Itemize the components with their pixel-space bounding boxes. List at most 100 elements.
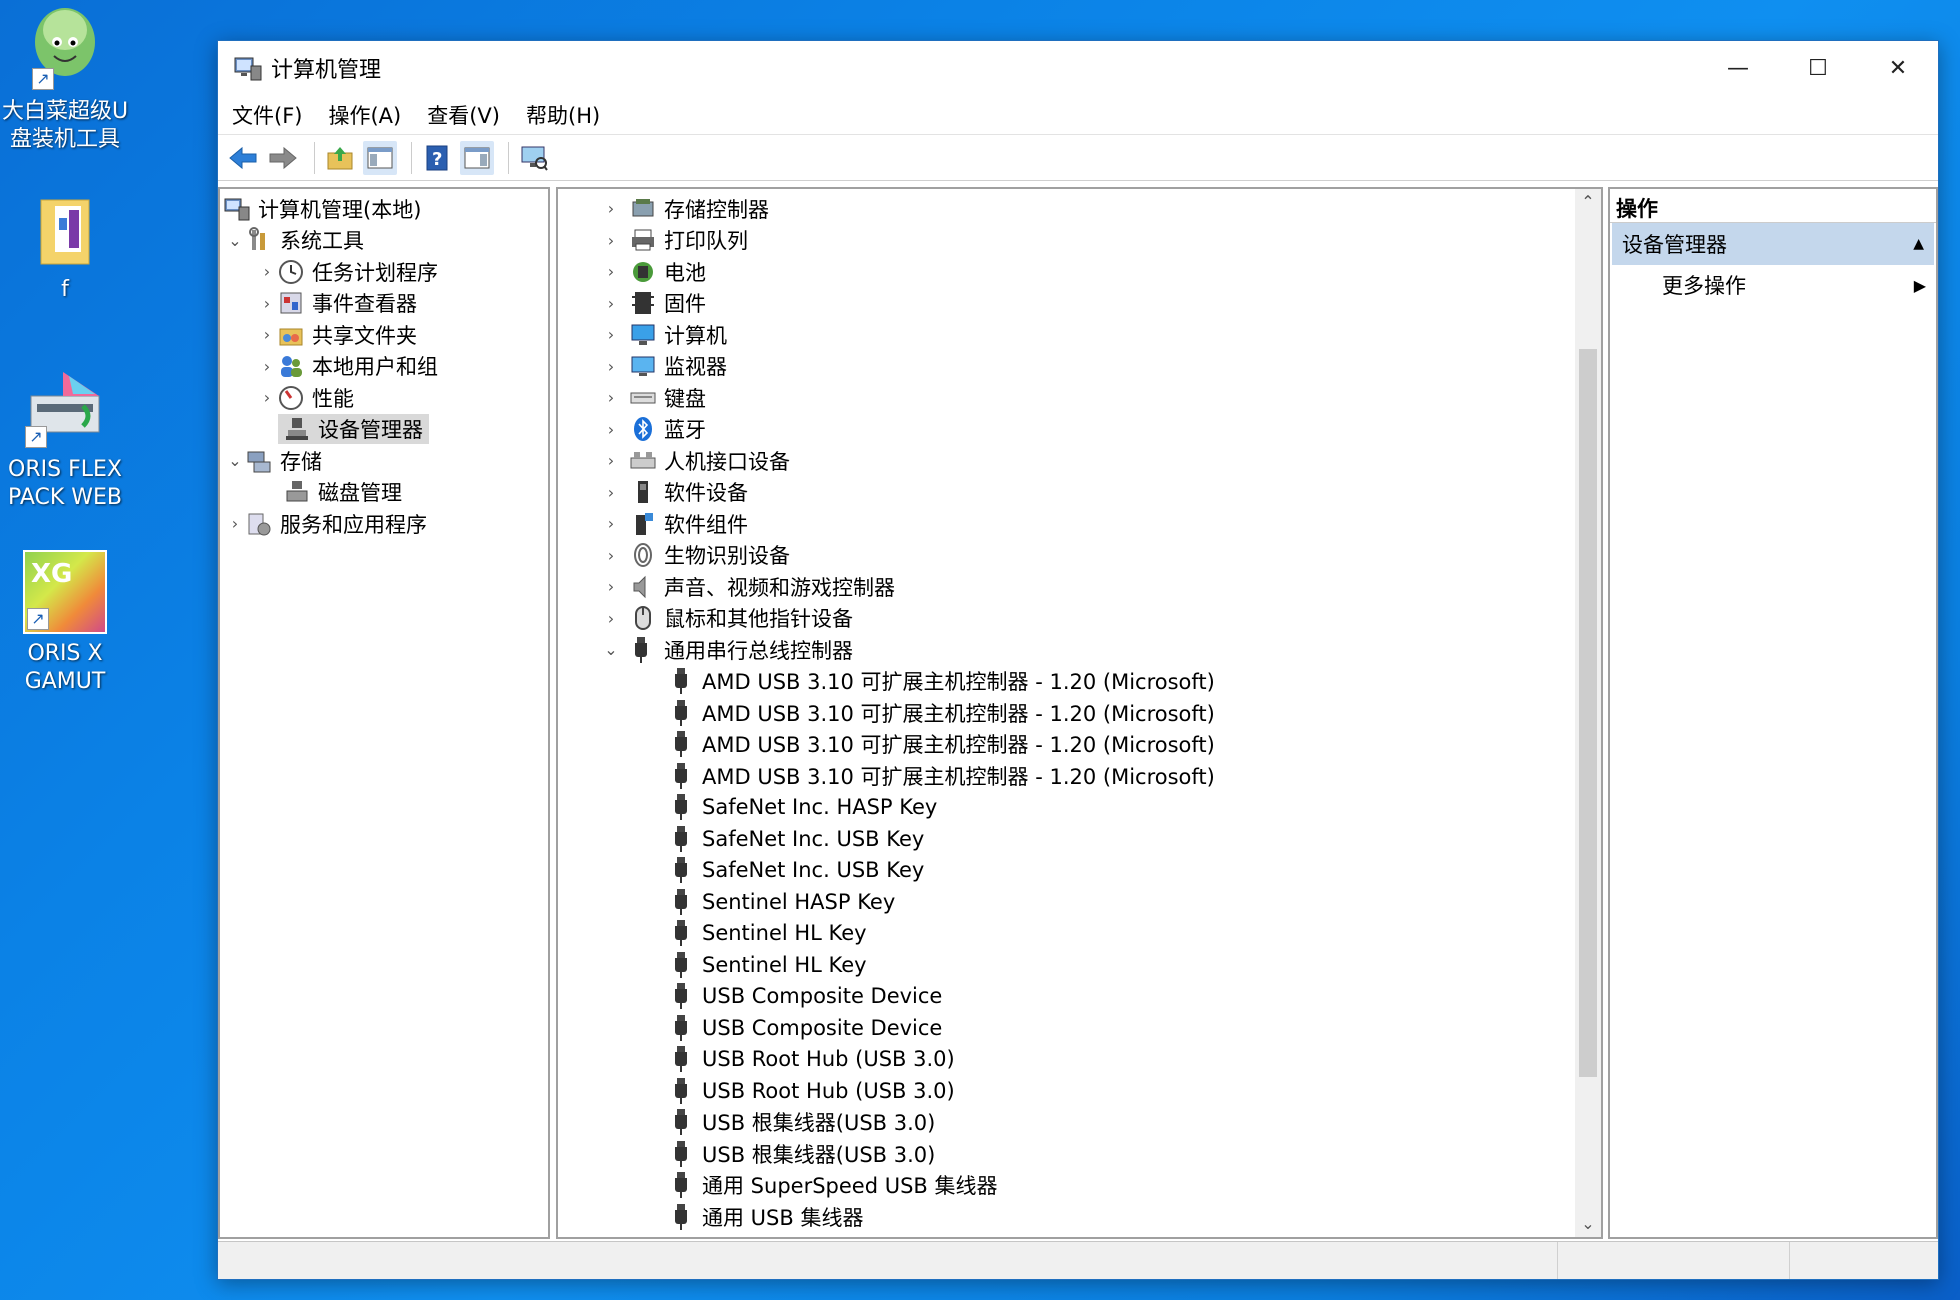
desktop-icon-oris-flex[interactable]: ↗ ORIS FLEX PACK WEB bbox=[0, 366, 130, 512]
chevron-down-icon[interactable]: ⌄ bbox=[224, 451, 246, 470]
scroll-down-icon[interactable]: ⌄ bbox=[1575, 1211, 1601, 1237]
chevron-right-icon[interactable]: › bbox=[600, 514, 622, 533]
device-category-row[interactable]: › 声音、视频和游戏控制器 bbox=[558, 571, 1601, 603]
usb-device-row[interactable]: 通用 USB 集线器 bbox=[558, 1201, 1601, 1233]
device-manager-icon bbox=[284, 416, 310, 442]
device-category-row[interactable]: › 计算机 bbox=[558, 319, 1601, 351]
chevron-right-icon[interactable]: › bbox=[600, 420, 622, 439]
show-hide-console-tree-button[interactable] bbox=[363, 140, 397, 175]
chevron-right-icon[interactable]: › bbox=[600, 483, 622, 502]
more-actions-item[interactable]: 更多操作 ▶ bbox=[1610, 265, 1936, 305]
usb-device-row[interactable]: SafeNet Inc. USB Key bbox=[558, 823, 1601, 855]
device-category-row[interactable]: › 电池 bbox=[558, 256, 1601, 288]
chevron-right-icon[interactable]: › bbox=[600, 388, 622, 407]
tree-item-task-scheduler[interactable]: › 任务计划程序 bbox=[220, 256, 548, 288]
scan-hardware-button[interactable] bbox=[517, 141, 551, 175]
chevron-down-icon[interactable]: ⌄ bbox=[224, 231, 246, 250]
maximize-button[interactable]: ☐ bbox=[1778, 41, 1858, 95]
usb-device-row[interactable]: Sentinel HL Key bbox=[558, 949, 1601, 981]
close-button[interactable]: ✕ bbox=[1858, 41, 1938, 95]
usb-device-row[interactable]: USB Composite Device bbox=[558, 1012, 1601, 1044]
tree-item-local-users[interactable]: › 本地用户和组 bbox=[220, 351, 548, 383]
device-category-row-usb[interactable]: ⌄ 通用串行总线控制器 bbox=[558, 634, 1601, 666]
chevron-right-icon[interactable]: › bbox=[600, 325, 622, 344]
device-category-row[interactable]: › 固件 bbox=[558, 288, 1601, 320]
forward-button[interactable] bbox=[266, 141, 300, 175]
chevron-right-icon[interactable]: › bbox=[256, 262, 278, 281]
tree-item-system-tools[interactable]: ⌄ 系统工具 bbox=[220, 225, 548, 257]
chevron-right-icon[interactable]: › bbox=[256, 294, 278, 313]
show-hide-action-pane-button[interactable] bbox=[460, 140, 494, 175]
minimize-button[interactable]: — bbox=[1698, 41, 1778, 95]
usb-device-row[interactable]: SafeNet Inc. USB Key bbox=[558, 855, 1601, 887]
usb-device-row[interactable]: USB Root Hub (USB 3.0) bbox=[558, 1075, 1601, 1107]
chevron-right-icon[interactable]: › bbox=[600, 294, 622, 313]
scrollbar-thumb[interactable] bbox=[1579, 349, 1597, 1077]
menu-file[interactable]: 文件(F) bbox=[232, 96, 302, 134]
desktop-icon-f[interactable]: f bbox=[0, 190, 130, 304]
device-category-row[interactable]: › 软件设备 bbox=[558, 477, 1601, 509]
tree-item-computer-management[interactable]: 计算机管理(本地) bbox=[220, 193, 548, 225]
usb-device-row[interactable]: USB 根集线器(USB 3.0) bbox=[558, 1107, 1601, 1139]
console-tree-pane[interactable]: 计算机管理(本地) ⌄ 系统工具 › 任务计划程序 › 事件查看器 › 共享文件… bbox=[218, 187, 550, 1239]
usb-device-row[interactable]: AMD USB 3.10 可扩展主机控制器 - 1.20 (Microsoft) bbox=[558, 729, 1601, 761]
usb-device-row[interactable]: Sentinel HL Key bbox=[558, 918, 1601, 950]
tree-item-services-apps[interactable]: › 服务和应用程序 bbox=[220, 508, 548, 540]
usb-device-row[interactable]: SafeNet Inc. HASP Key bbox=[558, 792, 1601, 824]
chevron-right-icon[interactable]: › bbox=[256, 388, 278, 407]
back-button[interactable] bbox=[226, 141, 260, 175]
usb-device-row[interactable]: USB Composite Device bbox=[558, 981, 1601, 1013]
device-category-row[interactable]: › 存储控制器 bbox=[558, 193, 1601, 225]
actions-section-device-manager[interactable]: 设备管理器 ▲ bbox=[1612, 223, 1934, 265]
title-bar[interactable]: 计算机管理 — ☐ ✕ bbox=[218, 41, 1938, 95]
vertical-scrollbar[interactable]: ⌃ ⌄ bbox=[1575, 189, 1601, 1237]
help-button[interactable]: ? bbox=[420, 141, 454, 175]
device-category-label: 存储控制器 bbox=[664, 197, 769, 222]
chevron-right-icon[interactable]: › bbox=[256, 325, 278, 344]
device-category-row[interactable]: › 监视器 bbox=[558, 351, 1601, 383]
usb-device-row[interactable]: USB 根集线器(USB 3.0) bbox=[558, 1138, 1601, 1170]
device-category-row[interactable]: › 鼠标和其他指针设备 bbox=[558, 603, 1601, 635]
chevron-down-icon[interactable]: ⌄ bbox=[600, 640, 622, 659]
chevron-right-icon[interactable]: › bbox=[600, 199, 622, 218]
tree-item-device-manager[interactable]: 设备管理器 bbox=[220, 414, 548, 446]
chevron-right-icon[interactable]: › bbox=[224, 514, 246, 533]
device-category-row[interactable]: › 软件组件 bbox=[558, 508, 1601, 540]
collapse-up-icon[interactable]: ▲ bbox=[1913, 236, 1924, 252]
device-category-row[interactable]: › 生物识别设备 bbox=[558, 540, 1601, 572]
chevron-right-icon[interactable]: › bbox=[600, 231, 622, 250]
chevron-right-icon[interactable]: › bbox=[600, 609, 622, 628]
device-category-row[interactable]: › 键盘 bbox=[558, 382, 1601, 414]
tree-item-storage[interactable]: ⌄ 存储 bbox=[220, 445, 548, 477]
tree-item-disk-management[interactable]: 磁盘管理 bbox=[220, 477, 548, 509]
tree-item-performance[interactable]: › 性能 bbox=[220, 382, 548, 414]
usb-device-label: SafeNet Inc. USB Key bbox=[702, 858, 925, 883]
menu-view[interactable]: 查看(V) bbox=[427, 96, 500, 134]
device-category-row[interactable]: › 人机接口设备 bbox=[558, 445, 1601, 477]
chevron-right-icon[interactable]: › bbox=[600, 577, 622, 596]
usb-device-row[interactable]: USB Root Hub (USB 3.0) bbox=[558, 1044, 1601, 1076]
usb-plug-icon bbox=[674, 983, 688, 1010]
usb-device-row[interactable]: AMD USB 3.10 可扩展主机控制器 - 1.20 (Microsoft) bbox=[558, 760, 1601, 792]
chevron-right-icon[interactable]: › bbox=[600, 451, 622, 470]
usb-device-row[interactable]: AMD USB 3.10 可扩展主机控制器 - 1.20 (Microsoft) bbox=[558, 697, 1601, 729]
desktop-icon-dabaicai[interactable]: ↗ 大白菜超级U 盘装机工具 bbox=[0, 2, 130, 154]
usb-device-label: SafeNet Inc. HASP Key bbox=[702, 795, 938, 820]
chevron-right-icon[interactable]: › bbox=[256, 357, 278, 376]
chevron-right-icon[interactable]: › bbox=[600, 357, 622, 376]
device-category-row[interactable]: › 蓝牙 bbox=[558, 414, 1601, 446]
usb-device-row[interactable]: 通用 SuperSpeed USB 集线器 bbox=[558, 1170, 1601, 1202]
chevron-right-icon[interactable]: › bbox=[600, 546, 622, 565]
chevron-right-icon[interactable]: › bbox=[600, 262, 622, 281]
up-one-level-button[interactable] bbox=[323, 141, 357, 175]
menu-help[interactable]: 帮助(H) bbox=[526, 96, 600, 134]
tree-item-shared-folders[interactable]: › 共享文件夹 bbox=[220, 319, 548, 351]
usb-device-row[interactable]: AMD USB 3.10 可扩展主机控制器 - 1.20 (Microsoft) bbox=[558, 666, 1601, 698]
device-category-row[interactable]: › 打印队列 bbox=[558, 225, 1601, 257]
scroll-up-icon[interactable]: ⌃ bbox=[1575, 189, 1601, 215]
menu-action[interactable]: 操作(A) bbox=[328, 96, 401, 134]
usb-device-row[interactable]: Sentinel HASP Key bbox=[558, 886, 1601, 918]
device-list-pane[interactable]: › 存储控制器 › 打印队列 › 电池 › 固件 › 计算机 › 监视器 › 键盘 › 蓝牙 › 人机接口设备 › 软… bbox=[556, 187, 1603, 1239]
desktop-icon-oris-x-gamut[interactable]: XG ↗ ORIS X GAMUT bbox=[0, 550, 130, 696]
tree-item-event-viewer[interactable]: › 事件查看器 bbox=[220, 288, 548, 320]
